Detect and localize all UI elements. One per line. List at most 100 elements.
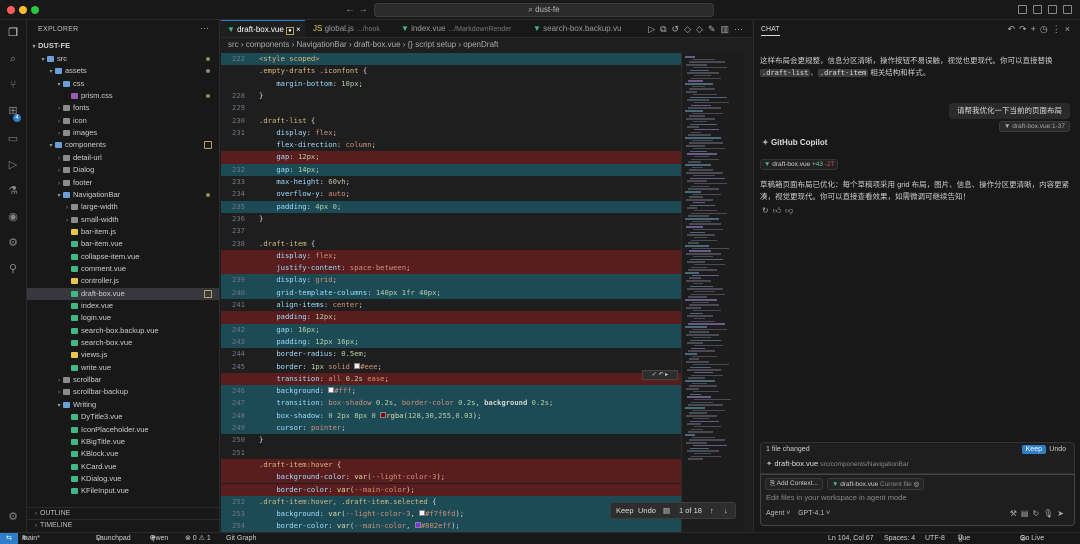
close-window-button[interactable]: [7, 6, 15, 14]
indentation[interactable]: Spaces: 4: [884, 533, 915, 544]
code-line[interactable]: 244 border-radius: 0.5em;: [221, 348, 681, 360]
code-line[interactable]: 229: [221, 102, 681, 114]
edit-summary-chip[interactable]: ▼ draft-box.vue +43 -27: [760, 159, 839, 170]
next-change-icon[interactable]: ↓: [724, 503, 728, 518]
code-line[interactable]: transition: all 0.2s ease;: [221, 372, 681, 386]
tools-icon[interactable]: ⚒: [1010, 509, 1021, 518]
code-line[interactable]: 249 cursor: pointer;: [221, 422, 681, 435]
thumbs-up-icon[interactable]: 👍︎: [773, 206, 785, 215]
code-line[interactable]: 222 <style scoped>: [221, 53, 681, 66]
source-control-icon[interactable]: ⑂: [6, 78, 20, 92]
changed-file-row[interactable]: ✦ draft-box.vue src/components/Navigatio…: [766, 459, 909, 468]
encoding[interactable]: UTF-8: [925, 533, 945, 544]
breadcrumb[interactable]: src › components › NavigationBar › draft…: [221, 38, 752, 52]
code-line[interactable]: 250}: [221, 434, 681, 446]
code-editor[interactable]: 222 <style scoped> .empty-drafts .iconfont…: [221, 52, 752, 532]
compare-icon[interactable]: ⧉: [660, 24, 671, 34]
tree-item[interactable]: ▾ components: [27, 139, 219, 151]
code-line[interactable]: 241 align-items: center;: [221, 299, 681, 311]
tree-item[interactable]: ▾ Writing: [27, 399, 219, 411]
close-icon[interactable]: ×: [296, 25, 301, 34]
tree-item[interactable]: search-box.vue: [27, 337, 219, 349]
tree-item[interactable]: KBlock.vue: [27, 448, 219, 460]
code-line[interactable]: justify-content: space-between;: [221, 262, 681, 275]
run-icon[interactable]: ▷: [648, 24, 660, 34]
tree-item[interactable]: write.vue: [27, 362, 219, 374]
current-file-chip[interactable]: ▼ draft-box.vue Current file ◎: [827, 478, 925, 490]
testing-icon[interactable]: ⚗: [6, 184, 20, 198]
thumbs-down-icon[interactable]: 👎︎: [785, 206, 797, 215]
model-dropdown[interactable]: GPT-4.1 ˅: [798, 510, 830, 517]
toggle-panel-icon[interactable]: [1033, 5, 1042, 14]
prev-change-icon[interactable]: ↑: [710, 503, 714, 518]
code-line[interactable]: 240 grid-template-columns: 140px 1fr 40p…: [221, 286, 681, 299]
tree-item[interactable]: › scrollbar: [27, 374, 219, 386]
code-line[interactable]: 233 max-height: 60vh;: [221, 176, 681, 188]
cursor-position[interactable]: Ln 104, Col 67: [828, 533, 874, 544]
tree-item[interactable]: IconPlaceholder.vue: [27, 424, 219, 436]
tree-item[interactable]: ▾ src: [27, 53, 219, 65]
maximize-window-button[interactable]: [31, 6, 39, 14]
agent-mode-dropdown[interactable]: Agent ˅: [766, 510, 790, 517]
history-icon[interactable]: ↺: [672, 24, 685, 34]
tree-item[interactable]: › Dialog: [27, 164, 219, 176]
back-arrow-icon[interactable]: ←: [345, 4, 355, 15]
layout-controls[interactable]: [1018, 5, 1072, 14]
copilot-edit-icon[interactable]: ✎: [708, 24, 721, 34]
workspace-root[interactable]: ▾ DUST-FE: [27, 40, 219, 52]
tree-item[interactable]: controller.js: [27, 275, 219, 287]
code-line[interactable]: 242 gap: 16px;: [221, 323, 681, 336]
code-line[interactable]: 230 .draft-list {: [221, 115, 681, 127]
tab-global-js[interactable]: JS global.js .../hook: [307, 20, 393, 37]
code-line[interactable]: border-color: var(--main-color);: [221, 483, 681, 496]
explorer-icon[interactable]: ❐: [6, 26, 20, 40]
tree-item[interactable]: ▾ NavigationBar: [27, 189, 219, 201]
retry-icon[interactable]: ↻: [762, 206, 773, 215]
tree-item[interactable]: KBigTitle.vue: [27, 436, 219, 448]
refresh-icon[interactable]: ↻: [1032, 509, 1043, 518]
keep-all-button[interactable]: Keep: [1021, 445, 1046, 454]
nav-fwd-icon[interactable]: ◇: [696, 24, 708, 34]
code-line[interactable]: margin-bottom: 10px;: [221, 78, 681, 90]
tree-item[interactable]: KCard.vue: [27, 461, 219, 473]
extension-view-icon[interactable]: ⚙: [6, 236, 20, 250]
code-line[interactable]: flex-direction: column;: [221, 139, 681, 151]
tree-item[interactable]: search-box.backup.vue: [27, 325, 219, 337]
git-graph[interactable]: Git Graph: [226, 533, 256, 544]
manage-gear-icon[interactable]: ⚙: [6, 510, 20, 524]
tree-item[interactable]: › footer: [27, 177, 219, 189]
tree-item[interactable]: KDialog.vue: [27, 473, 219, 485]
timeline-section[interactable]: › TIMELINE: [27, 519, 219, 531]
tree-item[interactable]: › fonts: [27, 102, 219, 114]
code-line[interactable]: 236}: [221, 213, 681, 225]
tree-item[interactable]: index.vue: [27, 300, 219, 312]
tab-search-box-backup[interactable]: ▼ search-box.backup.vu: [527, 20, 627, 37]
code-line[interactable]: 239 display: grid;: [221, 274, 681, 287]
code-line[interactable]: 251: [221, 447, 681, 459]
search-icon[interactable]: ⌕: [6, 52, 20, 66]
tree-item[interactable]: ▾ css: [27, 78, 219, 90]
code-line[interactable]: padding: 12px;: [221, 311, 681, 324]
code-line[interactable]: 235 padding: 4px 0;: [221, 200, 681, 213]
new-chat-icon[interactable]: +: [1031, 24, 1040, 34]
tool-icon[interactable]: ⚲: [6, 262, 20, 276]
more-icon[interactable]: ⋯: [734, 24, 748, 34]
code-line[interactable]: display: flex;: [221, 249, 681, 263]
tree-item[interactable]: views.js: [27, 349, 219, 361]
hunk-actions[interactable]: ✓ ↶ ▸: [642, 370, 678, 380]
close-icon[interactable]: ×: [1065, 24, 1074, 34]
copilot-icon[interactable]: ◉: [6, 210, 20, 224]
chat-input-placeholder[interactable]: Edit files in your workspace in agent mo…: [766, 493, 907, 502]
tab-index-vue[interactable]: ▼ index.vue .../MarkdownRender: [395, 20, 525, 37]
tree-item[interactable]: comment.vue: [27, 263, 219, 275]
minimize-window-button[interactable]: [19, 6, 27, 14]
chat-input[interactable]: ⎘ Add Context... ▼ draft-box.vue Current…: [760, 474, 1075, 526]
tree-item[interactable]: bar-item.js: [27, 226, 219, 238]
tree-item[interactable]: ▾ assets: [27, 65, 219, 77]
outline-section[interactable]: › OUTLINE: [27, 507, 219, 519]
code-line[interactable]: gap: 12px;: [221, 151, 681, 164]
tab-draft-box[interactable]: ▼ draft-box.vue ● ×: [221, 20, 305, 37]
code-line[interactable]: 234 overflow-y: auto;: [221, 188, 681, 200]
redo-icon[interactable]: ↷: [1019, 24, 1031, 34]
send-icon[interactable]: ➤: [1057, 509, 1068, 518]
